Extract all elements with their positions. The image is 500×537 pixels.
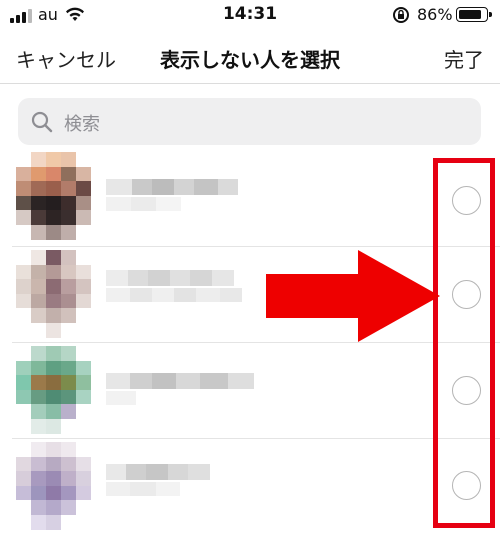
contact-name (106, 270, 234, 286)
contact-subtitle (106, 391, 136, 405)
right-arrow-icon (266, 250, 440, 342)
contact-name (106, 464, 210, 480)
list-item[interactable] (12, 152, 500, 247)
contact-subtitle (106, 197, 181, 211)
row-divider (12, 342, 500, 343)
list-item[interactable] (12, 346, 500, 441)
contact-subtitle (106, 482, 180, 496)
avatar (16, 442, 106, 530)
status-bar: au 14:31 86% (0, 0, 500, 30)
contact-subtitle (106, 288, 242, 302)
search-icon (31, 111, 53, 133)
rotation-lock-icon (393, 7, 409, 23)
battery-icon (456, 7, 492, 22)
search-placeholder: 検索 (64, 114, 100, 135)
contact-name (106, 179, 238, 195)
done-button[interactable]: 完了 (444, 44, 484, 73)
navigation-header: キャンセル 表示しない人を選択 完了 (0, 30, 500, 84)
search-input[interactable]: 検索 (18, 98, 481, 145)
page-title: 表示しない人を選択 (160, 48, 340, 72)
row-divider (12, 438, 500, 439)
avatar (16, 250, 106, 338)
row-divider (12, 246, 500, 247)
battery-percent: 86% (417, 5, 453, 24)
contact-name (106, 373, 254, 389)
list-item[interactable] (12, 442, 500, 537)
avatar (16, 152, 106, 240)
highlight-box (433, 158, 495, 528)
avatar (16, 346, 106, 434)
